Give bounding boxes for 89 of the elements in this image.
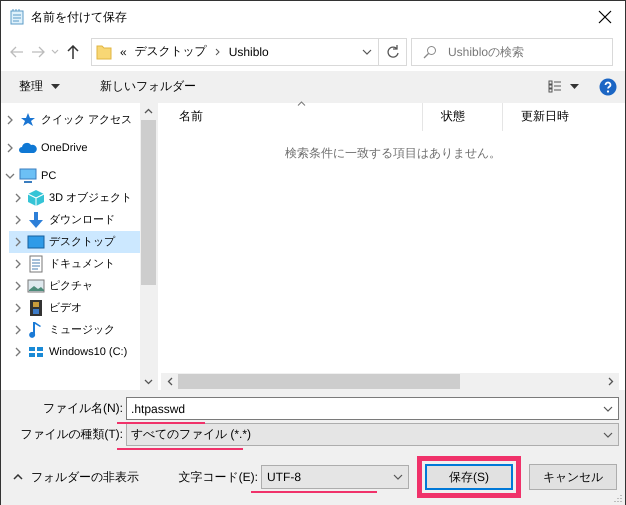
desktop-icon: [27, 234, 45, 249]
tree-item[interactable]: OneDrive: [1, 136, 140, 159]
chevron-icon[interactable]: [13, 214, 23, 225]
save-button[interactable]: 保存(S): [425, 464, 513, 490]
chevron-icon[interactable]: [13, 280, 23, 291]
down-arrow-icon: [28, 210, 44, 229]
chevron-icon[interactable]: [5, 142, 15, 153]
encoding-label: 文字コード(E):: [178, 468, 258, 486]
tree-item[interactable]: ダウンロード: [9, 208, 140, 231]
chevron-icon[interactable]: [5, 170, 15, 181]
file-type-dropdown[interactable]: すべてのファイル (*.*): [126, 423, 619, 446]
file-name-label: ファイル名(N):: [43, 400, 123, 418]
tree-item-label: クイック アクセス: [41, 113, 132, 128]
left-arrow-icon: [10, 46, 24, 58]
tree-item[interactable]: ビデオ: [9, 296, 140, 319]
address-segment[interactable]: Ushiblo: [228, 44, 269, 59]
details-view-icon: [548, 80, 562, 94]
address-overflow[interactable]: «: [120, 44, 127, 59]
resize-grip-icon[interactable]: [613, 493, 623, 503]
search-field[interactable]: Ushibloの検索: [411, 38, 614, 66]
picture-icon: [27, 278, 45, 293]
tree-item-label: ミュージック: [49, 323, 115, 338]
chevron-down-icon: [362, 48, 372, 55]
new-folder-button[interactable]: 新しいフォルダー: [94, 74, 202, 100]
chevron-icon: [214, 48, 221, 56]
cloud-icon: [19, 142, 37, 154]
dropdown-triangle-icon: [51, 84, 60, 90]
chevron-icon[interactable]: [13, 258, 23, 269]
cancel-button[interactable]: キャンセル: [529, 464, 617, 490]
address-segment[interactable]: デスクトップ: [134, 43, 207, 60]
scroll-down-icon[interactable]: [144, 378, 153, 385]
tree-item[interactable]: クイック アクセス: [1, 108, 140, 131]
scroll-up-icon[interactable]: [144, 108, 153, 114]
chevron-icon[interactable]: [13, 346, 23, 357]
tree-item[interactable]: ドキュメント: [9, 252, 140, 275]
tree-item-label: ビデオ: [49, 301, 82, 316]
file-type-label: ファイルの種類(T):: [20, 426, 123, 444]
chevron-icon[interactable]: [13, 236, 23, 247]
tree-item[interactable]: 3D オブジェクト: [9, 186, 140, 209]
film-icon: [29, 298, 43, 317]
empty-message: 検索条件に一致する項目はありません。: [285, 146, 501, 160]
music-note-icon: [29, 320, 43, 339]
close-icon: [598, 10, 612, 24]
encoding-dropdown[interactable]: UTF-8: [261, 465, 409, 489]
chevron-icon[interactable]: [13, 324, 23, 335]
column-header[interactable]: 状態: [423, 102, 503, 131]
help-icon: [599, 78, 617, 96]
up-arrow-icon: [66, 44, 79, 59]
chevron-down-icon: [51, 48, 60, 55]
chevron-up-icon: [13, 474, 23, 480]
tree-item[interactable]: PC: [1, 164, 140, 187]
address-bar[interactable]: « デスクトップ Ushiblo: [91, 38, 380, 66]
document-icon: [29, 254, 43, 273]
search-icon: [423, 44, 438, 59]
monitor-icon: [19, 168, 37, 184]
sort-caret-icon: [297, 100, 306, 106]
tree-item-label: ピクチャ: [49, 279, 93, 294]
tree-item[interactable]: ミュージック: [9, 318, 140, 341]
hide-folders-button[interactable]: フォルダーの非表示: [9, 465, 143, 489]
scroll-left-icon[interactable]: [166, 377, 172, 386]
scroll-right-icon[interactable]: [608, 377, 614, 386]
folder-icon: [96, 44, 112, 60]
tree-item-label: 3D オブジェクト: [49, 190, 132, 206]
refresh-icon: [386, 44, 400, 59]
tree-item[interactable]: Windows10 (C:): [9, 340, 140, 363]
tree-item-label: ドキュメント: [49, 257, 115, 272]
horizontal-scrollbar[interactable]: [161, 373, 619, 390]
drive-icon: [28, 344, 44, 359]
right-arrow-icon: [31, 46, 46, 58]
tree-item[interactable]: ピクチャ: [9, 274, 140, 297]
tree-item-label: OneDrive: [41, 142, 88, 154]
column-header[interactable]: 名前: [161, 102, 423, 131]
column-header[interactable]: 更新日時: [503, 102, 613, 131]
cube-icon: [27, 188, 45, 207]
tree-item-label: ダウンロード: [49, 213, 115, 228]
refresh-button[interactable]: [379, 38, 408, 66]
star-icon: [20, 112, 36, 128]
dropdown-triangle-icon: [570, 84, 579, 90]
file-name-field[interactable]: .htpasswd: [126, 397, 619, 420]
organize-menu-button[interactable]: 整理: [13, 74, 66, 100]
chevron-icon[interactable]: [13, 192, 23, 203]
chevron-icon[interactable]: [5, 114, 15, 125]
chevron-icon[interactable]: [13, 302, 23, 313]
tree-item-label: PC: [41, 170, 56, 182]
notepad-icon: [9, 9, 25, 25]
tree-item-label: Windows10 (C:): [49, 346, 128, 358]
tree-item-label: デスクトップ: [49, 234, 115, 250]
tree-item[interactable]: デスクトップ: [9, 230, 140, 253]
window-title: 名前を付けて保存: [31, 8, 128, 26]
